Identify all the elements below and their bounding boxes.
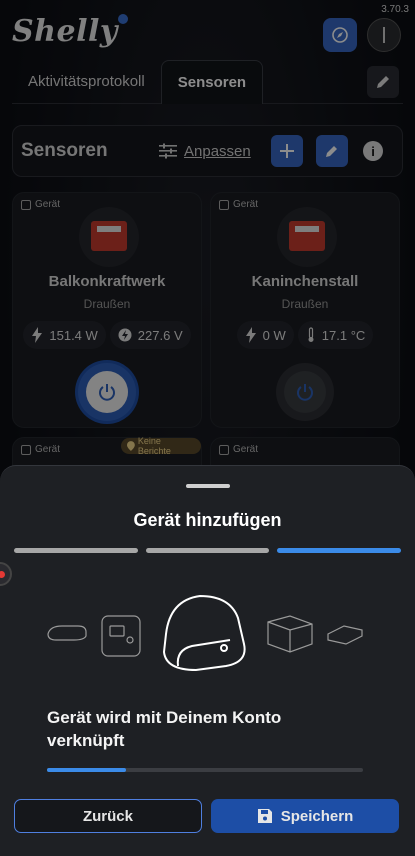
relay-device-icon (267, 615, 313, 653)
step-2 (145, 548, 270, 553)
save-button[interactable]: Speichern (211, 799, 399, 833)
back-button-label: Zurück (82, 807, 133, 825)
thermostat-device-icon (101, 615, 141, 657)
drag-handle[interactable] (186, 484, 230, 488)
app-root: 3.70.3 Shelly Aktivitätsprotokoll Sensor… (0, 0, 415, 856)
step-3 (277, 548, 402, 553)
linking-message: Gerät wird mit Deinem Konto verknüpft (47, 708, 282, 750)
sensor-device-icon (327, 625, 363, 645)
back-button[interactable]: Zurück (14, 799, 202, 833)
step-indicator (14, 548, 402, 553)
link-progress-fill (47, 768, 126, 772)
device-illustration (47, 594, 363, 672)
floppy-disk-icon (257, 809, 272, 823)
puck-device-icon (47, 625, 87, 641)
step-1 (14, 548, 138, 553)
sheet-title: Gerät hinzufügen (133, 510, 282, 530)
link-progress-bar (47, 768, 363, 772)
add-device-sheet: Gerät hinzufügen Gerät wird mit Deinem K… (0, 465, 415, 856)
plug-device-icon (162, 594, 246, 672)
save-button-label: Speichern (280, 807, 354, 825)
